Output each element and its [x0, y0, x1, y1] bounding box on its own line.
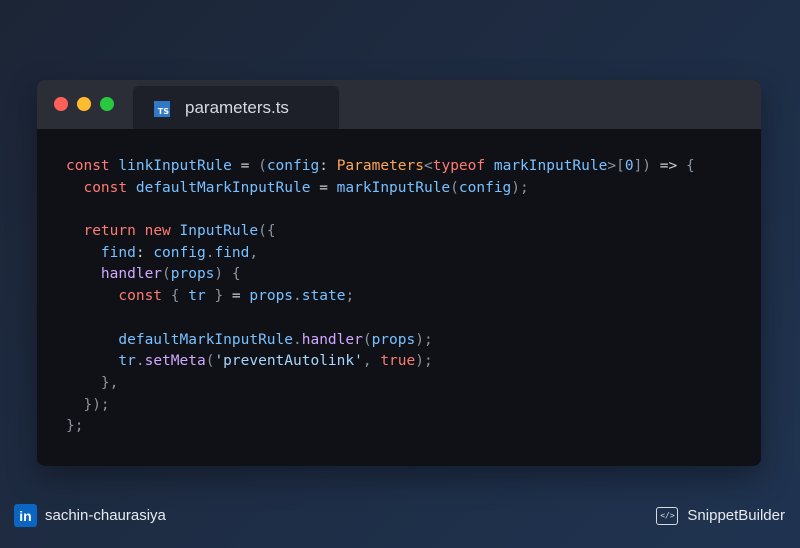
code-line: const { tr } = props.state;	[118, 288, 355, 305]
maximize-dot-icon	[100, 97, 114, 111]
code-line: const linkInputRule = (config: Parameter…	[66, 158, 695, 174]
code-line: handler(props) {	[100, 266, 241, 283]
author-name: sachin-chaurasiya	[45, 507, 166, 524]
code-window-icon: </>	[656, 506, 679, 525]
code-line: },	[100, 374, 119, 391]
typescript-icon: TS	[154, 101, 170, 117]
code-window: TS parameters.ts const linkInputRule = (…	[37, 80, 761, 466]
code-line: const defaultMarkInputRule = markInputRu…	[83, 179, 529, 196]
code-line: return new InputRule({	[83, 223, 276, 240]
author-credit[interactable]: in sachin-chaurasiya	[14, 503, 166, 528]
code-line: find: config.find,	[100, 244, 259, 261]
code-line: };	[66, 418, 84, 435]
brand-credit[interactable]: </> SnippetBuilder	[656, 503, 785, 528]
code-line: tr.setMeta('preventAutolink', true);	[118, 353, 433, 370]
brand-name: SnippetBuilder	[687, 507, 785, 524]
linkedin-icon: in	[14, 504, 37, 527]
code-block: const linkInputRule = (config: Parameter…	[66, 156, 695, 438]
file-tab-label: parameters.ts	[185, 98, 289, 117]
code-line: });	[83, 396, 110, 413]
code-line: defaultMarkInputRule.handler(props);	[118, 331, 433, 348]
file-tab[interactable]: TS parameters.ts	[133, 86, 339, 129]
close-dot-icon	[54, 97, 68, 111]
window-titlebar: TS parameters.ts	[37, 80, 761, 129]
minimize-dot-icon	[77, 97, 91, 111]
